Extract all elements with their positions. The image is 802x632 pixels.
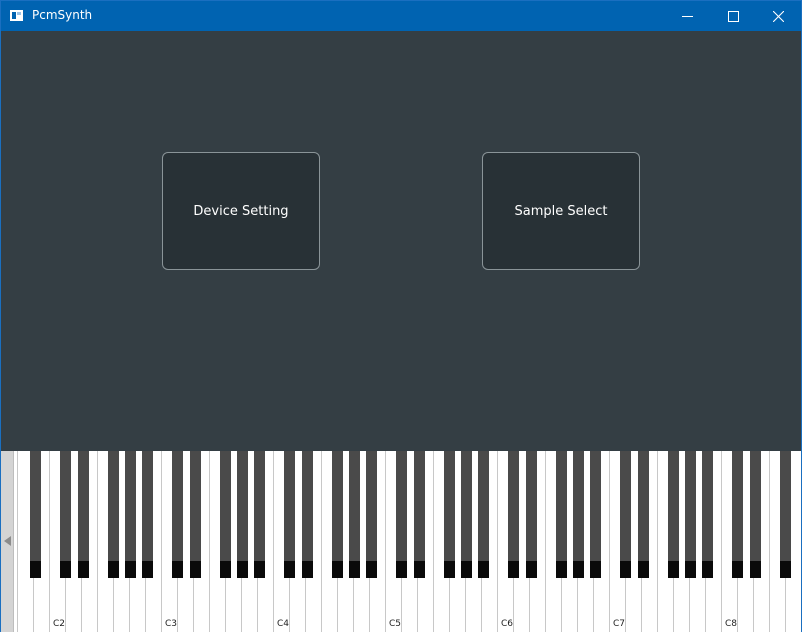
octave-label: C7: [613, 619, 626, 629]
black-key[interactable]: [556, 451, 567, 578]
octave-label: C5: [389, 619, 402, 629]
black-key[interactable]: [60, 451, 71, 578]
octave-label: C6: [501, 619, 514, 629]
black-key[interactable]: [142, 451, 153, 578]
black-key[interactable]: [396, 451, 407, 578]
black-key[interactable]: [508, 451, 519, 578]
close-icon: [772, 10, 784, 22]
keyboard-scroll-handle[interactable]: [1, 451, 14, 632]
black-key[interactable]: [668, 451, 679, 578]
black-key[interactable]: [526, 451, 537, 578]
main-panel: Device Setting Sample Select: [1, 31, 801, 451]
black-key[interactable]: [685, 451, 696, 578]
black-key[interactable]: [237, 451, 248, 578]
black-key[interactable]: [332, 451, 343, 578]
black-key[interactable]: [220, 451, 231, 578]
window-title: PcmSynth: [32, 8, 93, 22]
maximize-button[interactable]: [710, 1, 756, 31]
black-key[interactable]: [590, 451, 601, 578]
piano-keyboard[interactable]: C2 C3 C4 C5 C6 C7 C8: [1, 451, 801, 632]
black-key[interactable]: [414, 451, 425, 578]
black-key[interactable]: [284, 451, 295, 578]
minimize-button[interactable]: [664, 1, 710, 31]
octave-label: C8: [725, 619, 738, 629]
octave-label: C3: [165, 619, 178, 629]
black-key[interactable]: [30, 451, 41, 578]
sample-select-button[interactable]: Sample Select: [482, 152, 640, 270]
scroll-left-icon[interactable]: [4, 536, 11, 546]
maximize-icon: [727, 10, 739, 22]
black-key[interactable]: [302, 451, 313, 578]
black-key[interactable]: [190, 451, 201, 578]
octave-label: C4: [277, 619, 290, 629]
app-window: PcmSynth Device Setting Sample Select C2…: [0, 0, 802, 632]
black-key[interactable]: [780, 451, 791, 578]
black-key[interactable]: [638, 451, 649, 578]
octave-label: C2: [53, 619, 66, 629]
app-window-icon: [10, 10, 23, 21]
black-key[interactable]: [172, 451, 183, 578]
close-button[interactable]: [755, 1, 801, 31]
black-key[interactable]: [254, 451, 265, 578]
black-key[interactable]: [78, 451, 89, 578]
black-key[interactable]: [702, 451, 713, 578]
black-key[interactable]: [620, 451, 631, 578]
black-key[interactable]: [573, 451, 584, 578]
black-key[interactable]: [732, 451, 743, 578]
black-key[interactable]: [108, 451, 119, 578]
black-key[interactable]: [461, 451, 472, 578]
device-setting-button[interactable]: Device Setting: [162, 152, 320, 270]
title-bar[interactable]: PcmSynth: [1, 1, 801, 31]
black-key[interactable]: [478, 451, 489, 578]
minimize-icon: [681, 15, 693, 17]
black-key[interactable]: [750, 451, 761, 578]
black-key[interactable]: [349, 451, 360, 578]
black-key[interactable]: [125, 451, 136, 578]
piano-keys[interactable]: C2 C3 C4 C5 C6 C7 C8: [1, 451, 801, 632]
black-key[interactable]: [366, 451, 377, 578]
black-key[interactable]: [444, 451, 455, 578]
